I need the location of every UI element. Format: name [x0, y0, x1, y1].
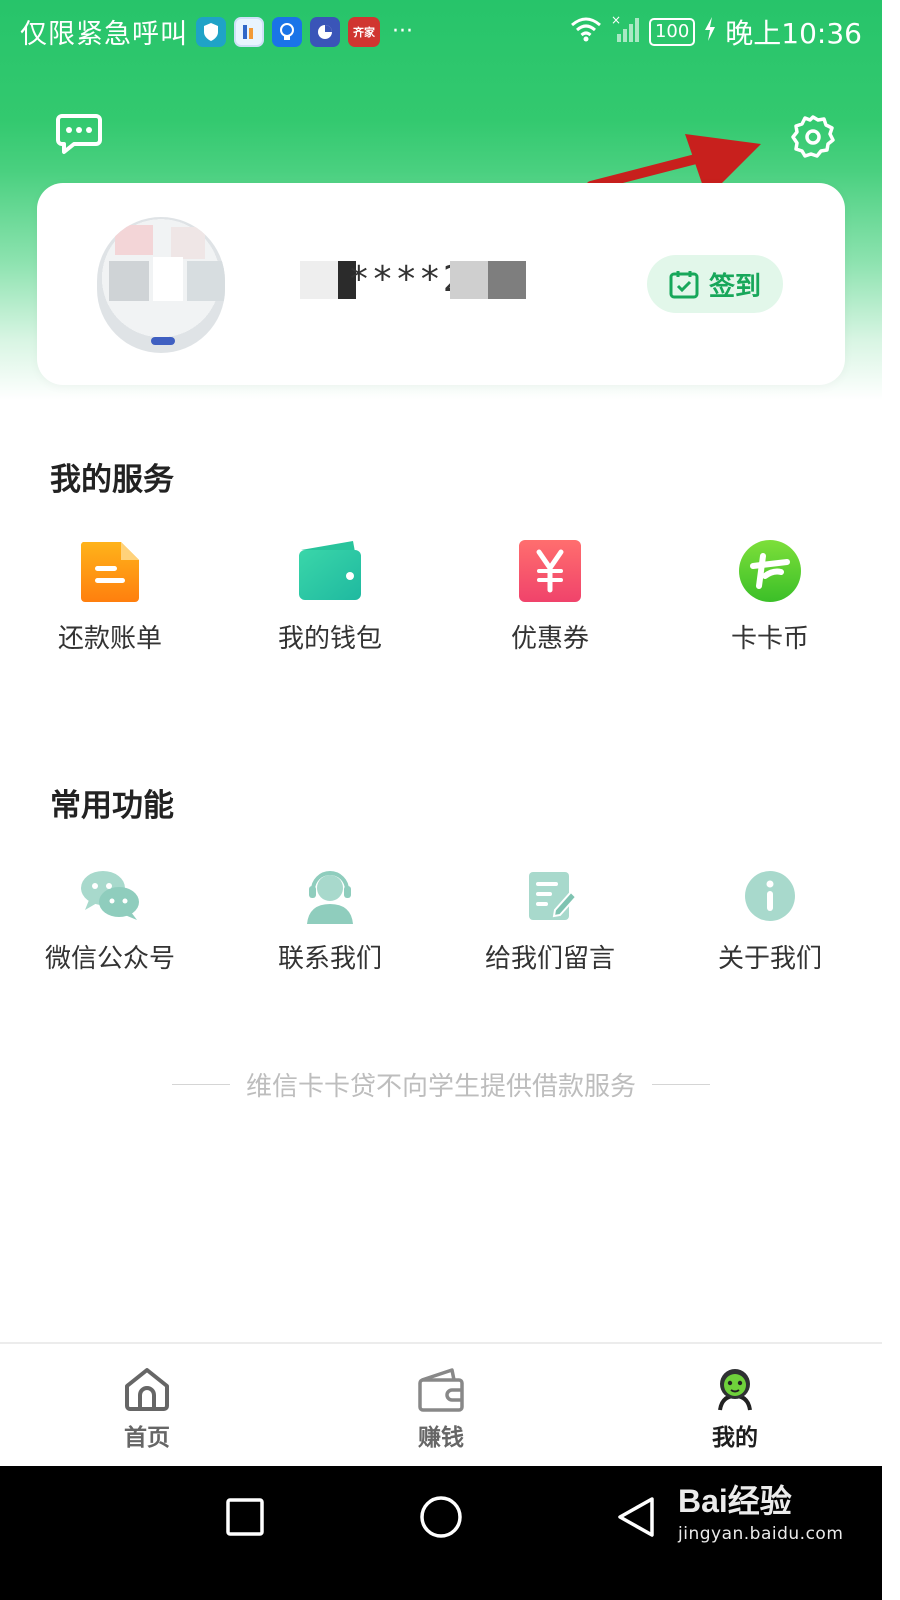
service-bill[interactable]: 还款账单 [0, 538, 220, 655]
avatar-blur-block [115, 225, 153, 255]
profile-card: ****2 签到 [37, 183, 845, 385]
earn-wallet-icon [418, 1368, 464, 1412]
wifi-icon [569, 15, 603, 50]
watermark-brand: Bai经验 [678, 1483, 792, 1519]
svg-text:×: × [611, 14, 621, 27]
service-label: 还款账单 [57, 624, 162, 654]
kaka-coin-icon [739, 540, 801, 602]
service-label: 我的钱包 [277, 624, 382, 654]
function-contact-us[interactable]: 联系我们 [220, 868, 440, 975]
service-wallet[interactable]: 我的钱包 [220, 538, 440, 655]
tab-mine[interactable]: 我的 [588, 1344, 882, 1468]
message-button[interactable] [56, 112, 102, 156]
feedback-icon [529, 872, 578, 920]
service-coupon[interactable]: 优惠券 [440, 538, 660, 655]
status-left: 仅限紧急呼叫 齐家 ··· [20, 12, 413, 51]
function-label: 给我们留言 [484, 944, 615, 974]
username-mask [488, 261, 526, 299]
calendar-check-icon [669, 271, 699, 299]
my-services-grid: 还款账单 我的钱包 优惠券 卡卡币 [0, 538, 882, 655]
avatar-blur-block [171, 227, 205, 259]
user-avatar[interactable] [97, 217, 225, 353]
disclaimer-text: 维信卡卡贷不向学生提供借款服务 [245, 1072, 636, 1102]
username-area: ****2 [300, 261, 530, 303]
my-services-title: 我的服务 [50, 462, 174, 498]
student-disclaimer: 维信卡卡贷不向学生提供借款服务 [0, 1066, 882, 1103]
bill-icon [80, 542, 139, 602]
info-icon [745, 871, 795, 921]
wechat-icon [81, 871, 139, 920]
status-right: × 100 晚上10:36 [569, 12, 862, 52]
shield-app-icon [196, 16, 226, 47]
signal-icon: × [611, 13, 641, 51]
avatar-blur-block [151, 337, 175, 345]
settings-button[interactable] [790, 114, 836, 160]
function-label: 关于我们 [717, 944, 822, 974]
more-notifications-icon: ··· [392, 19, 413, 44]
home-icon [125, 1368, 169, 1411]
tab-label: 我的 [712, 1425, 758, 1451]
screen-edge [882, 0, 900, 1600]
carrier-text: 仅限紧急呼叫 [20, 19, 188, 50]
bottom-tab-bar: 首页 赚钱 我的 [0, 1342, 882, 1468]
baidu-jingyan-watermark: Bai经验 jingyan.baidu.com [678, 1476, 878, 1544]
tab-home[interactable]: 首页 [0, 1344, 294, 1468]
lightbulb-app-icon [272, 16, 302, 47]
service-label: 卡卡币 [730, 624, 809, 654]
sign-in-label: 签到 [708, 271, 761, 302]
watermark-url: jingyan.baidu.com [678, 1524, 844, 1544]
avatar-blur-block [187, 261, 225, 301]
wallet-icon [299, 541, 361, 600]
coupon-icon [519, 540, 581, 602]
qijia-app-icon: 齐家 [348, 16, 380, 47]
chat-bubble-icon [56, 114, 102, 154]
avatar-blur-block [109, 261, 149, 301]
home-nav-button[interactable] [419, 1495, 463, 1543]
back-nav-button[interactable] [616, 1496, 656, 1542]
divider-line [171, 1084, 230, 1085]
back-triangle-icon [618, 1497, 654, 1537]
app-notification-icon [234, 16, 264, 47]
customer-service-icon [307, 871, 353, 924]
function-label: 微信公众号 [44, 944, 175, 974]
function-about-us[interactable]: 关于我们 [660, 868, 880, 975]
tab-earn[interactable]: 赚钱 [294, 1344, 588, 1468]
square-icon [226, 1498, 264, 1536]
service-kaka-coin[interactable]: 卡卡币 [660, 538, 880, 655]
avatar-blur-block [153, 257, 183, 301]
chart-app-icon [310, 16, 340, 47]
app-root: 仅限紧急呼叫 齐家 ··· × 100 晚上10:36 ****2 签到 我的服… [0, 0, 882, 1600]
tab-label: 首页 [124, 1425, 170, 1451]
recent-apps-button[interactable] [226, 1498, 264, 1540]
username-mask [450, 261, 488, 299]
username: ****2 [348, 259, 467, 300]
service-label: 优惠券 [510, 624, 589, 654]
charging-icon [703, 16, 717, 49]
status-bar: 仅限紧急呼叫 齐家 ··· × 100 晚上10:36 [0, 0, 882, 62]
common-functions-title: 常用功能 [50, 788, 174, 824]
tab-label: 赚钱 [418, 1425, 464, 1451]
function-wechat[interactable]: 微信公众号 [0, 868, 220, 975]
my-avatar-icon [718, 1369, 752, 1411]
function-leave-message[interactable]: 给我们留言 [440, 868, 660, 975]
gear-icon [791, 115, 835, 158]
username-mask [300, 261, 338, 299]
function-label: 联系我们 [277, 944, 382, 974]
circle-icon [420, 1496, 462, 1538]
clock-time: 晚上10:36 [725, 17, 862, 50]
sign-in-button[interactable]: 签到 [647, 255, 783, 313]
common-functions-grid: 微信公众号 联系我们 给我们留言 关于我们 [0, 868, 882, 975]
divider-line [652, 1084, 710, 1085]
battery-indicator: 100 [648, 18, 696, 46]
